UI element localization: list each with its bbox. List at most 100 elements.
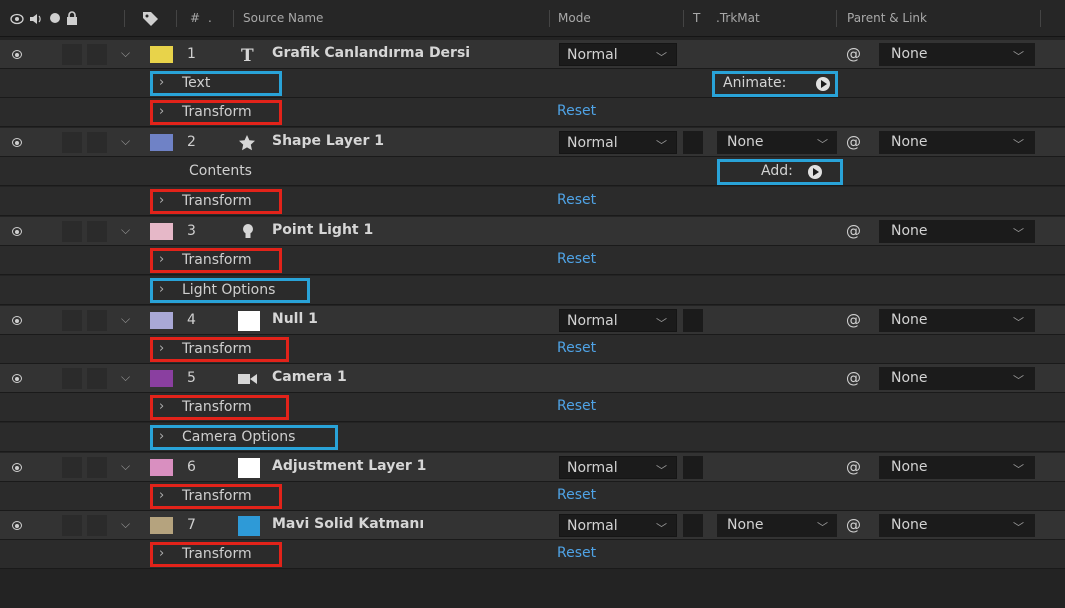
- pick-whip-icon[interactable]: @: [846, 222, 861, 240]
- eye-icon[interactable]: [12, 227, 22, 236]
- layer-row-4[interactable]: ⌵ 4 Null 1 Normal ﹀ @ None ﹀: [0, 306, 1065, 335]
- pick-whip-icon[interactable]: @: [846, 133, 861, 151]
- camera-options-property-group[interactable]: › Camera Options: [150, 425, 338, 450]
- solo-cell[interactable]: [62, 44, 82, 65]
- mode-dropdown[interactable]: Normal ﹀: [559, 309, 677, 332]
- layer-name[interactable]: Shape Layer 1: [272, 133, 384, 149]
- layer-row-3[interactable]: ⌵ 3 Point Light 1 @ None ﹀: [0, 217, 1065, 246]
- eye-icon[interactable]: [12, 316, 22, 325]
- parent-dropdown[interactable]: None ﹀: [879, 514, 1035, 537]
- chevron-right-icon[interactable]: ›: [159, 104, 164, 119]
- chevron-down-icon[interactable]: ⌵: [121, 134, 133, 148]
- parent-dropdown[interactable]: None ﹀: [879, 131, 1035, 154]
- pick-whip-icon[interactable]: @: [846, 311, 861, 329]
- light-options-property-group[interactable]: › Light Options: [150, 278, 310, 303]
- eye-icon[interactable]: [12, 463, 22, 472]
- layer-name[interactable]: Camera 1: [272, 369, 347, 385]
- chevron-down-icon[interactable]: ⌵: [121, 459, 133, 473]
- preserve-transparency-cell[interactable]: [683, 514, 703, 537]
- chevron-down-icon[interactable]: ⌵: [121, 370, 133, 384]
- chevron-right-icon[interactable]: ›: [159, 399, 164, 414]
- chevron-right-icon[interactable]: ›: [159, 429, 164, 444]
- reset-link[interactable]: Reset: [557, 340, 596, 356]
- layer-row-7[interactable]: ⌵ 7 Mavi Solid Katmanı Normal ﹀ None ﹀ @…: [0, 511, 1065, 540]
- lock-cell[interactable]: [87, 368, 107, 389]
- solo-cell[interactable]: [62, 457, 82, 478]
- transform-property-group[interactable]: › Transform: [150, 542, 282, 567]
- layer-row-1[interactable]: ⌵ 1 T Grafik Canlandırma Dersi Normal ﹀ …: [0, 40, 1065, 69]
- solo-cell[interactable]: [62, 368, 82, 389]
- header-number[interactable]: #: [190, 11, 200, 25]
- pick-whip-icon[interactable]: @: [846, 458, 861, 476]
- label-color-swatch[interactable]: [150, 517, 173, 534]
- header-source-name[interactable]: Source Name: [243, 11, 323, 25]
- header-mode[interactable]: Mode: [558, 11, 591, 25]
- preserve-transparency-cell[interactable]: [683, 131, 703, 154]
- reset-link[interactable]: Reset: [557, 487, 596, 503]
- chevron-right-icon[interactable]: ›: [159, 193, 164, 208]
- header-t[interactable]: T: [693, 11, 700, 25]
- label-color-swatch[interactable]: [150, 134, 173, 151]
- animate-button[interactable]: Animate:: [712, 71, 838, 97]
- solo-cell[interactable]: [62, 132, 82, 153]
- chevron-right-icon[interactable]: ›: [159, 252, 164, 267]
- solo-cell[interactable]: [62, 310, 82, 331]
- chevron-right-icon[interactable]: ›: [159, 546, 164, 561]
- parent-dropdown[interactable]: None ﹀: [879, 456, 1035, 479]
- layer-row-6[interactable]: ⌵ 6 Adjustment Layer 1 Normal ﹀ @ None ﹀: [0, 453, 1065, 482]
- layer-name[interactable]: Grafik Canlandırma Dersi: [272, 45, 470, 61]
- pick-whip-icon[interactable]: @: [846, 45, 861, 63]
- add-button[interactable]: Add:: [717, 159, 843, 185]
- eye-icon[interactable]: [12, 138, 22, 147]
- transform-property-group[interactable]: › Transform: [150, 248, 282, 273]
- mode-dropdown[interactable]: Normal ﹀: [559, 514, 677, 537]
- layer-name[interactable]: Adjustment Layer 1: [272, 458, 426, 474]
- chevron-right-icon[interactable]: ›: [159, 75, 164, 90]
- solo-cell[interactable]: [62, 221, 82, 242]
- parent-dropdown[interactable]: None ﹀: [879, 309, 1035, 332]
- video-eye-icon[interactable]: [10, 12, 24, 26]
- chevron-down-icon[interactable]: ⌵: [121, 517, 133, 531]
- audio-speaker-icon[interactable]: [28, 11, 44, 27]
- contents-group[interactable]: Contents: [189, 163, 252, 179]
- lock-cell[interactable]: [87, 310, 107, 331]
- lock-cell[interactable]: [87, 132, 107, 153]
- label-color-swatch[interactable]: [150, 459, 173, 476]
- layer-name[interactable]: Mavi Solid Katmanı: [272, 516, 424, 532]
- chevron-down-icon[interactable]: ⌵: [121, 312, 133, 326]
- layer-row-5[interactable]: ⌵ 5 Camera 1 @ None ﹀: [0, 364, 1065, 393]
- pick-whip-icon[interactable]: @: [846, 516, 861, 534]
- layer-row-2[interactable]: ⌵ 2 Shape Layer 1 Normal ﹀ None ﹀ @ None…: [0, 128, 1065, 157]
- label-color-swatch[interactable]: [150, 312, 173, 329]
- eye-icon[interactable]: [12, 521, 22, 530]
- chevron-right-icon[interactable]: ›: [159, 282, 164, 297]
- eye-icon[interactable]: [12, 374, 22, 383]
- reset-link[interactable]: Reset: [557, 103, 596, 119]
- transform-property-group[interactable]: › Transform: [150, 189, 282, 214]
- transform-property-group[interactable]: › Transform: [150, 395, 289, 420]
- lock-cell[interactable]: [87, 457, 107, 478]
- header-parent-link[interactable]: Parent & Link: [847, 11, 927, 25]
- text-property-group[interactable]: › Text: [150, 71, 282, 96]
- label-color-swatch[interactable]: [150, 223, 173, 240]
- lock-cell[interactable]: [87, 515, 107, 536]
- layer-name[interactable]: Point Light 1: [272, 222, 373, 238]
- lock-cell[interactable]: [87, 44, 107, 65]
- trkmat-dropdown[interactable]: None ﹀: [717, 131, 837, 154]
- mode-dropdown[interactable]: Normal ﹀: [559, 456, 677, 479]
- layer-name[interactable]: Null 1: [272, 311, 318, 327]
- reset-link[interactable]: Reset: [557, 398, 596, 414]
- chevron-down-icon[interactable]: ⌵: [121, 223, 133, 237]
- pick-whip-icon[interactable]: @: [846, 369, 861, 387]
- parent-dropdown[interactable]: None ﹀: [879, 367, 1035, 390]
- solo-dot-icon[interactable]: [49, 12, 61, 24]
- lock-cell[interactable]: [87, 221, 107, 242]
- parent-dropdown[interactable]: None ﹀: [879, 43, 1035, 66]
- reset-link[interactable]: Reset: [557, 545, 596, 561]
- chevron-right-icon[interactable]: ›: [159, 341, 164, 356]
- transform-property-group[interactable]: › Transform: [150, 337, 289, 362]
- eye-icon[interactable]: [12, 50, 22, 59]
- mode-dropdown[interactable]: Normal ﹀: [559, 131, 677, 154]
- label-color-swatch[interactable]: [150, 370, 173, 387]
- label-tag-icon[interactable]: [142, 10, 160, 26]
